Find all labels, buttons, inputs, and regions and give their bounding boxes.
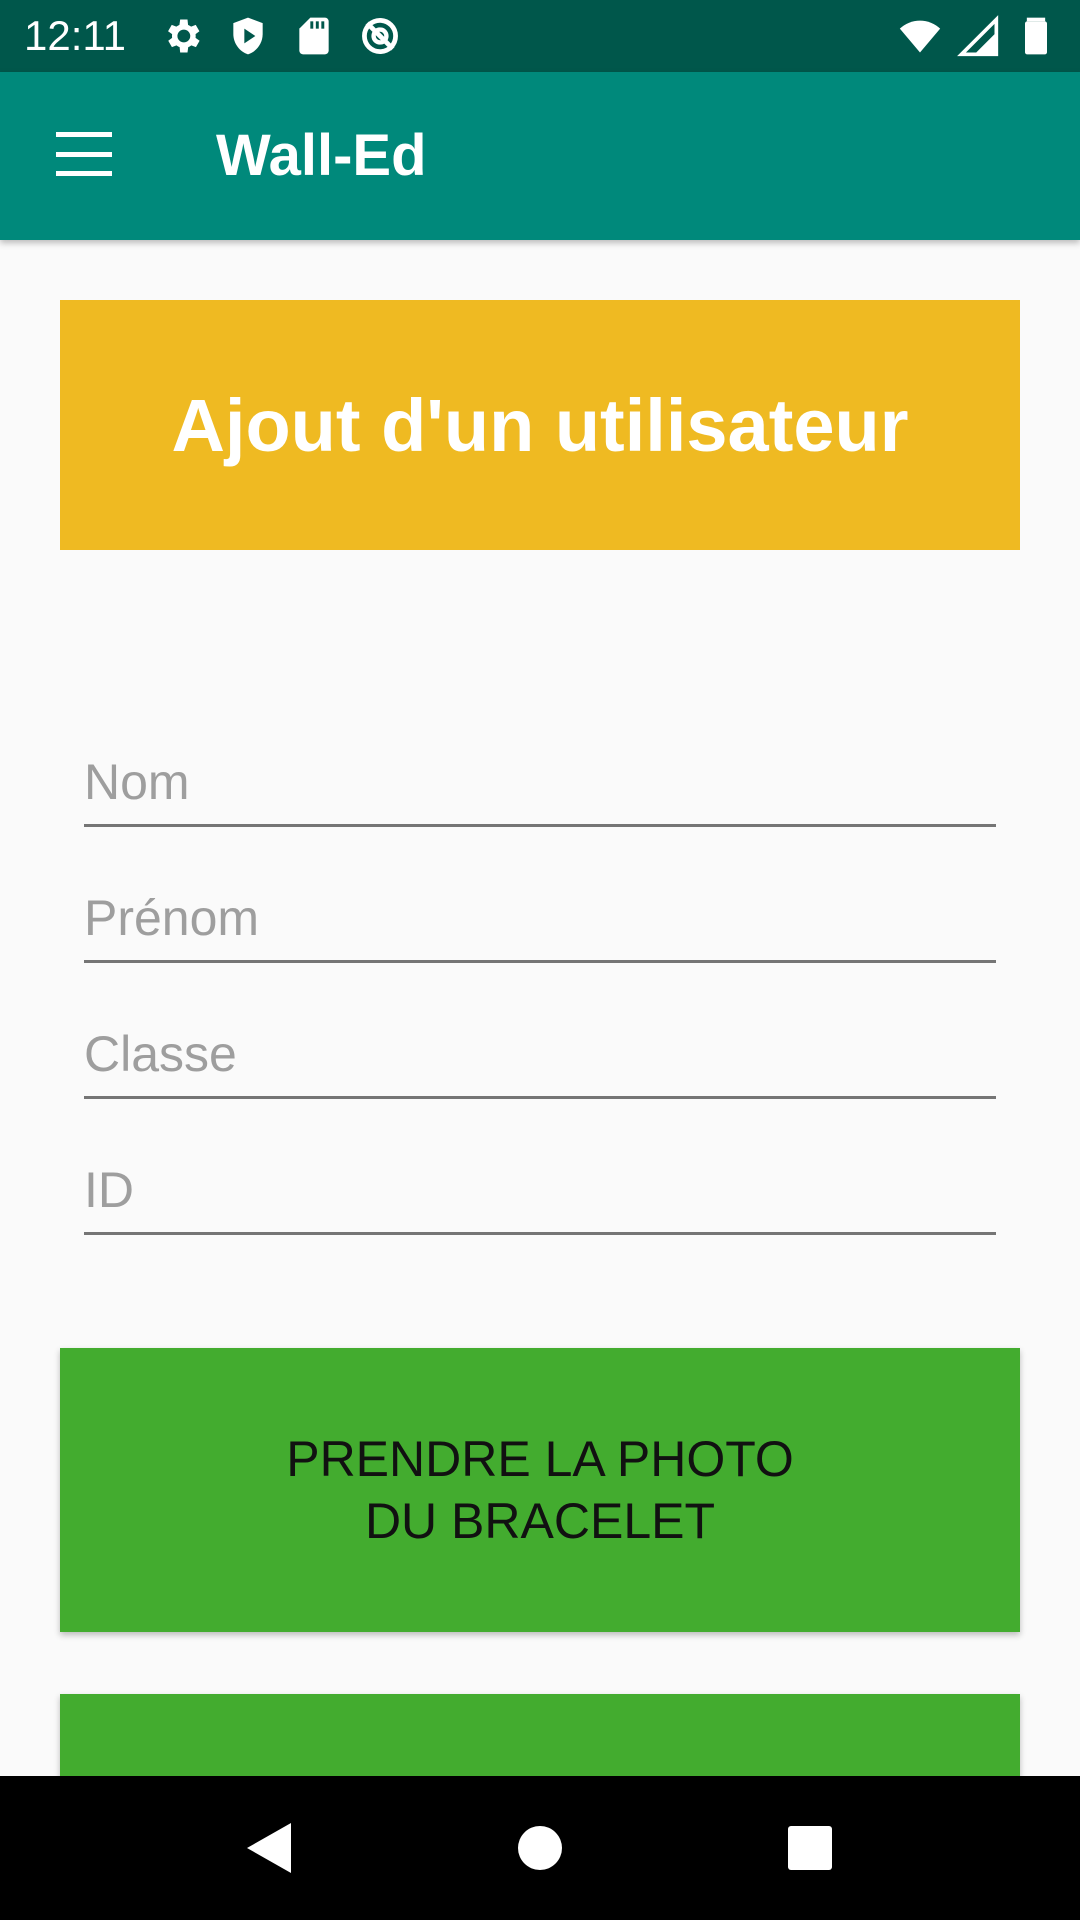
status-bar: 12:11 [0, 0, 1080, 72]
recents-icon [788, 1826, 832, 1870]
classe-input[interactable] [84, 1012, 996, 1099]
sd-card-icon [299, 17, 329, 55]
recents-button[interactable] [730, 1776, 890, 1920]
header-card: Ajout d'un utilisateur [60, 300, 1020, 550]
status-icons-left [160, 14, 402, 58]
home-icon [518, 1826, 562, 1870]
prenom-input[interactable] [84, 876, 996, 963]
navigation-bar [0, 1776, 1080, 1920]
battery-icon [1025, 17, 1047, 55]
no-data-icon [362, 18, 398, 54]
take-bracelet-photo-button[interactable]: PRENDRE LA PHOTO DU BRACELET [60, 1348, 1020, 1632]
status-icons-right [898, 14, 1058, 58]
home-button[interactable] [460, 1776, 620, 1920]
app-title: Wall-Ed [216, 123, 427, 188]
signal-icon [957, 15, 999, 57]
hamburger-menu-icon[interactable] [56, 132, 112, 176]
status-time: 12:11 [24, 12, 126, 59]
nom-input[interactable] [84, 740, 996, 827]
shield-icon [233, 17, 263, 55]
settings-icon [168, 19, 200, 53]
app-bar: Wall-Ed [0, 72, 1080, 240]
wifi-icon [899, 20, 941, 53]
back-icon [247, 1823, 291, 1873]
page-title: Ajout d'un utilisateur [171, 383, 909, 467]
id-input[interactable] [84, 1148, 996, 1235]
back-button[interactable] [190, 1776, 350, 1920]
